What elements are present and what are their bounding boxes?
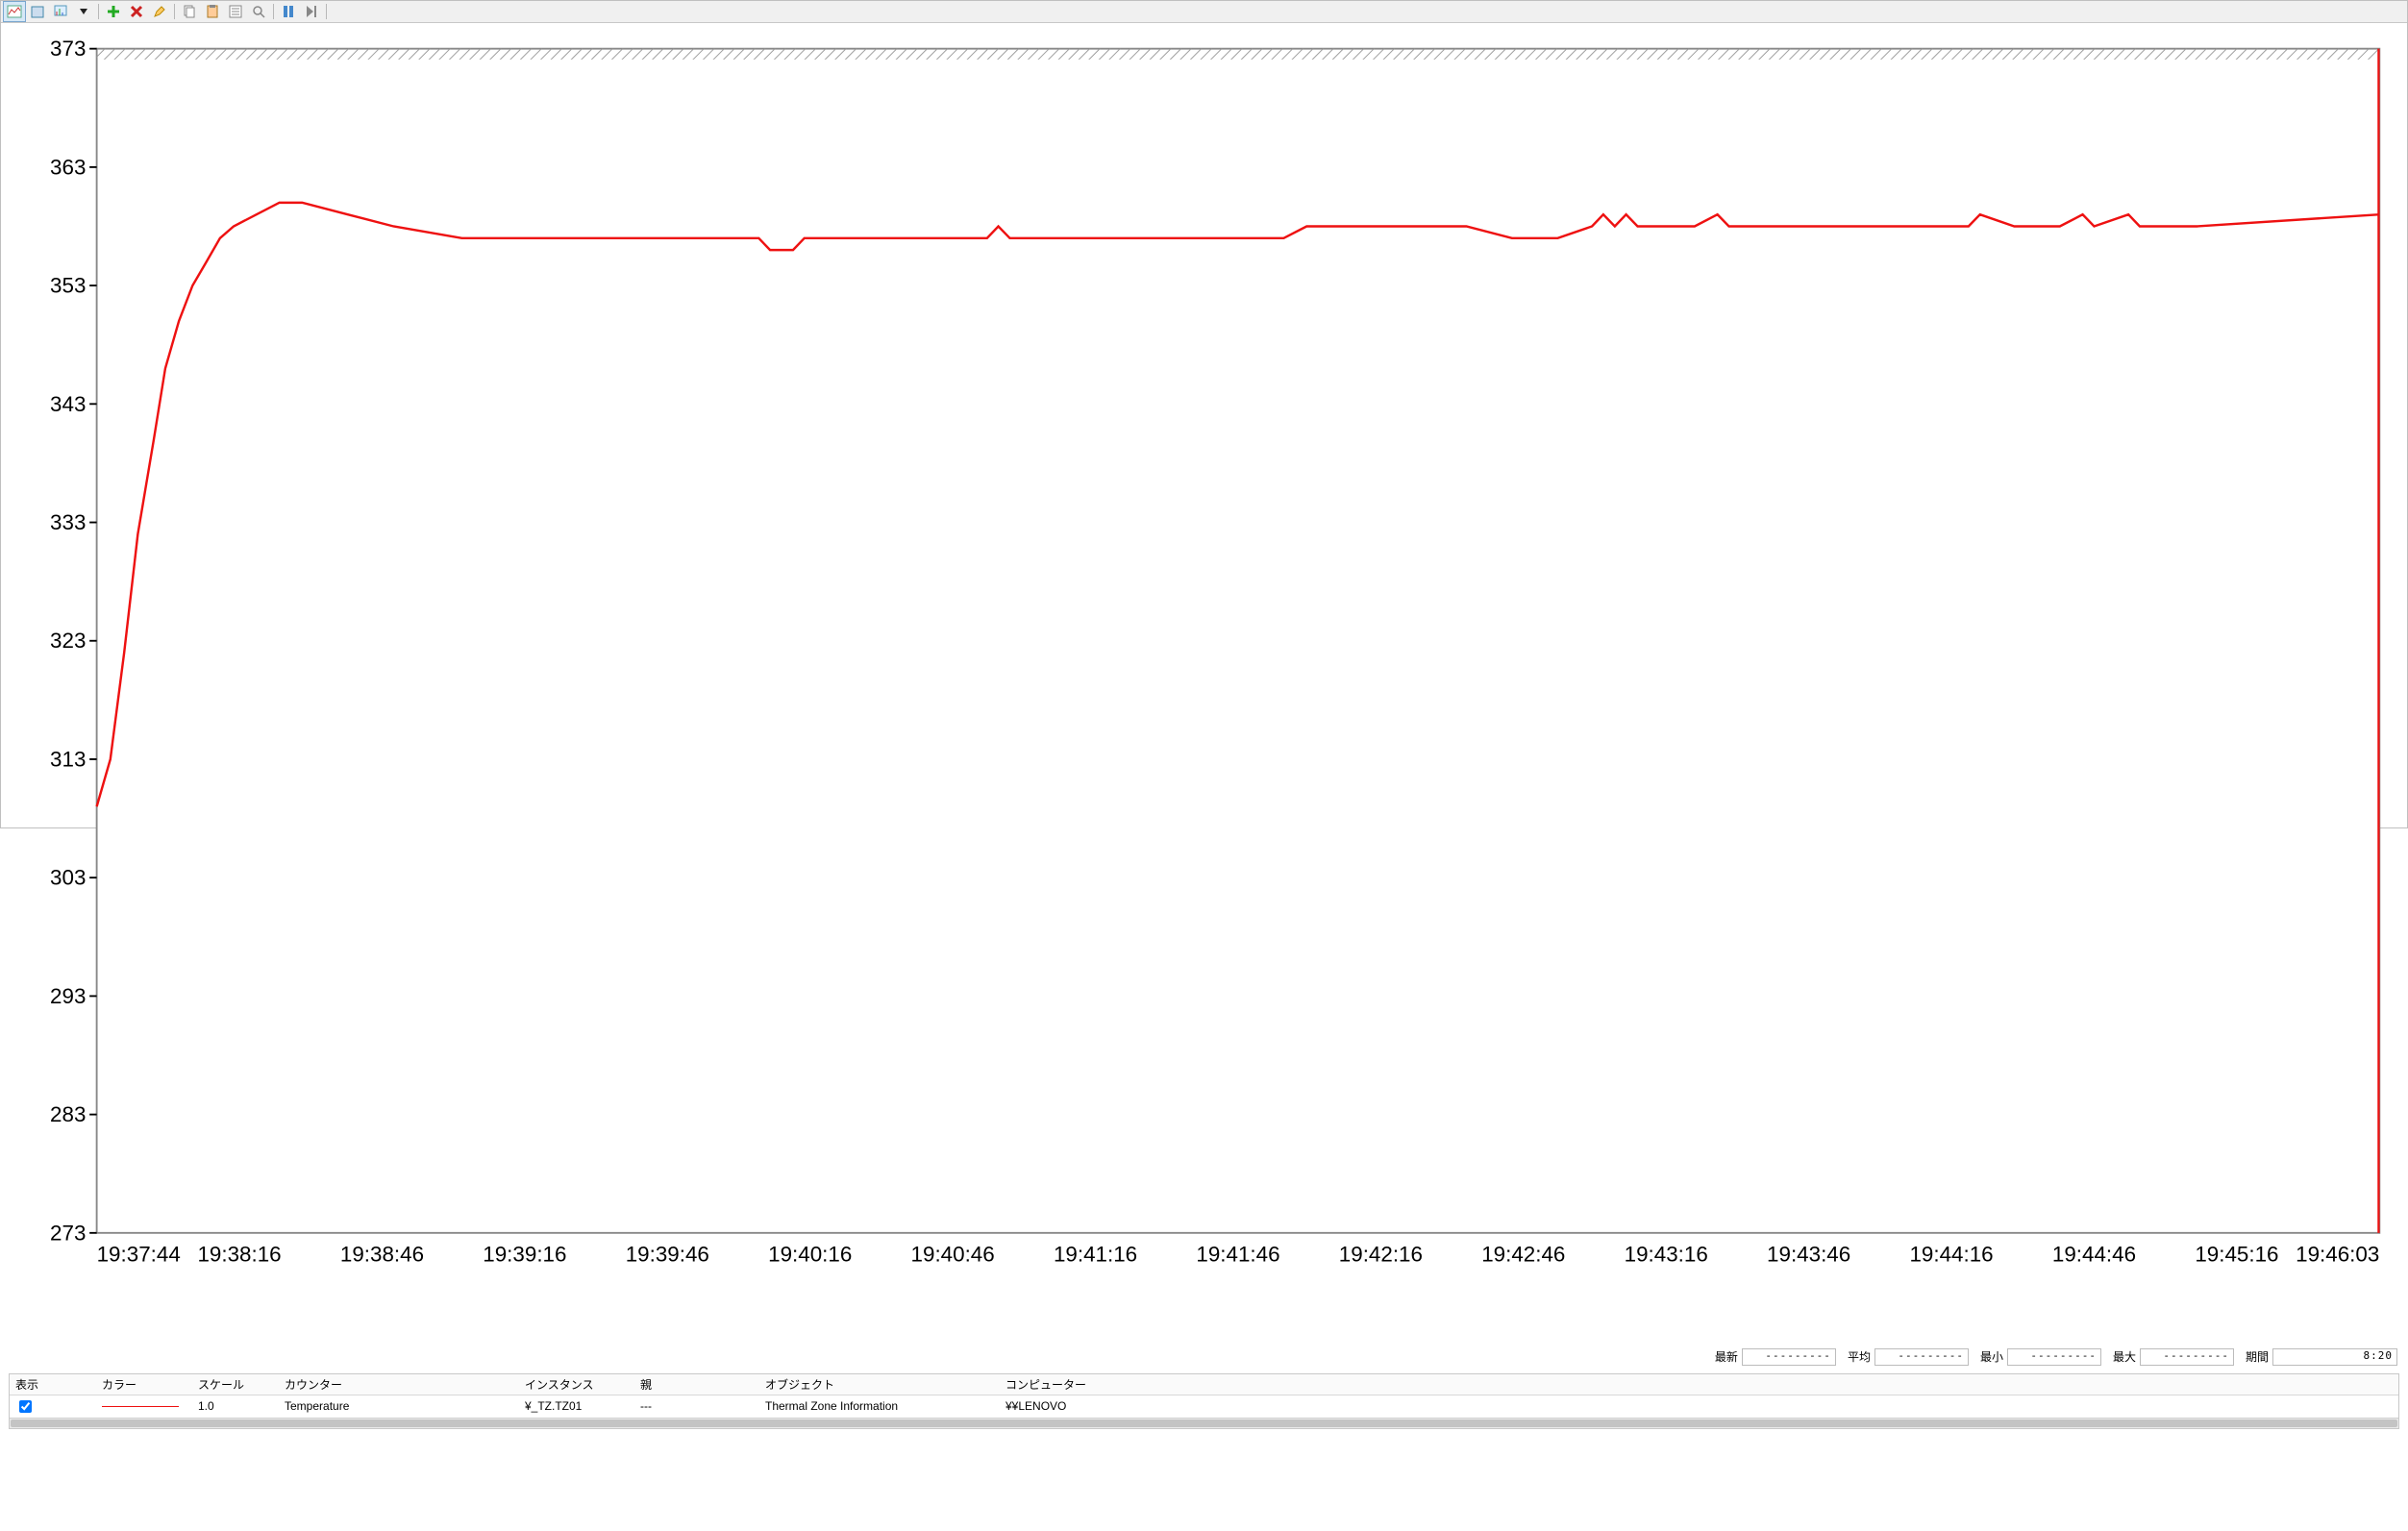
- cell-object: Thermal Zone Information: [759, 1395, 1000, 1418]
- counter-list-pane: 表示 カラー スケール カウンター インスタンス 親 オブジェクト コンピュータ…: [9, 1373, 2399, 1429]
- svg-text:19:42:46: 19:42:46: [1481, 1243, 1565, 1267]
- stat-label-min: 最小: [1980, 1348, 2003, 1365]
- svg-text:19:46:03: 19:46:03: [2296, 1243, 2379, 1267]
- show-checkbox[interactable]: [19, 1400, 32, 1413]
- cell-computer: ¥¥LENOVO: [1000, 1395, 2398, 1418]
- y-axis: 273 283 293 303 313 323 333 343 353 363 373: [50, 37, 97, 1245]
- col-object[interactable]: オブジェクト: [759, 1374, 1000, 1395]
- col-instance[interactable]: インスタンス: [519, 1374, 634, 1395]
- counter-table[interactable]: 表示 カラー スケール カウンター インスタンス 親 オブジェクト コンピュータ…: [10, 1374, 2398, 1418]
- cell-scale: 1.0: [192, 1395, 279, 1418]
- svg-text:283: 283: [50, 1102, 86, 1126]
- separator: [174, 4, 175, 19]
- svg-text:313: 313: [50, 747, 86, 771]
- highlight-icon[interactable]: [148, 1, 171, 22]
- col-show[interactable]: 表示: [10, 1374, 96, 1395]
- col-parent[interactable]: 親: [634, 1374, 759, 1395]
- stat-value-max: ---------: [2140, 1348, 2234, 1366]
- svg-text:19:39:46: 19:39:46: [626, 1243, 709, 1267]
- svg-text:19:44:16: 19:44:16: [1909, 1243, 1993, 1267]
- separator: [326, 4, 327, 19]
- properties-icon[interactable]: [224, 1, 247, 22]
- col-scale[interactable]: スケール: [192, 1374, 279, 1395]
- toolbar: [1, 1, 2407, 23]
- svg-text:19:38:46: 19:38:46: [340, 1243, 424, 1267]
- stats-row: 最新 --------- 平均 --------- 最小 --------- 最…: [1, 1346, 2407, 1370]
- stat-value-duration: 8:20: [2272, 1348, 2397, 1366]
- svg-text:343: 343: [50, 392, 86, 416]
- chart-area[interactable]: 273 283 293 303 313 323 333 343 353 363 373 19:37:…: [1, 23, 2407, 1346]
- title-bar-hatch: [97, 49, 2380, 60]
- dropdown-icon[interactable]: [72, 1, 95, 22]
- update-data-icon[interactable]: [300, 1, 323, 22]
- cell-counter: Temperature: [279, 1395, 519, 1418]
- svg-text:19:43:46: 19:43:46: [1767, 1243, 1850, 1267]
- svg-text:353: 353: [50, 274, 86, 298]
- svg-text:19:44:46: 19:44:46: [2052, 1243, 2136, 1267]
- color-swatch: [102, 1406, 179, 1407]
- perfmon-window: 273283293303313323333343353363373 19:37:…: [0, 0, 2408, 828]
- svg-text:293: 293: [50, 984, 86, 1008]
- svg-text:19:41:46: 19:41:46: [1196, 1243, 1279, 1267]
- cell-instance: ¥_TZ.TZ01: [519, 1395, 634, 1418]
- col-counter[interactable]: カウンター: [279, 1374, 519, 1395]
- svg-text:19:38:16: 19:38:16: [197, 1243, 281, 1267]
- table-row[interactable]: 1.0Temperature¥_TZ.TZ01---Thermal Zone I…: [10, 1395, 2398, 1418]
- svg-text:303: 303: [50, 866, 86, 890]
- stat-label-max: 最大: [2113, 1348, 2136, 1365]
- stat-value-avg: ---------: [1874, 1348, 1969, 1366]
- zoom-icon[interactable]: [247, 1, 270, 22]
- svg-text:19:37:44: 19:37:44: [97, 1243, 181, 1267]
- svg-text:19:41:16: 19:41:16: [1054, 1243, 1137, 1267]
- view-report-icon[interactable]: [49, 1, 72, 22]
- svg-text:323: 323: [50, 629, 86, 653]
- remove-counter-icon[interactable]: [125, 1, 148, 22]
- svg-text:19:39:16: 19:39:16: [483, 1243, 566, 1267]
- svg-text:333: 333: [50, 510, 86, 534]
- stat-value-min: ---------: [2007, 1348, 2101, 1366]
- svg-text:19:42:16: 19:42:16: [1339, 1243, 1423, 1267]
- col-computer[interactable]: コンピューター: [1000, 1374, 2398, 1395]
- svg-text:19:40:46: 19:40:46: [911, 1243, 995, 1267]
- svg-text:373: 373: [50, 37, 86, 61]
- svg-text:273: 273: [50, 1221, 86, 1245]
- paste-icon[interactable]: [201, 1, 224, 22]
- add-counter-icon[interactable]: [102, 1, 125, 22]
- svg-text:363: 363: [50, 155, 86, 179]
- line-chart: 273 283 293 303 313 323 333 343 353 363 373 19:37:…: [11, 31, 2397, 1345]
- col-color[interactable]: カラー: [96, 1374, 192, 1395]
- stat-label-duration: 期間: [2246, 1348, 2269, 1365]
- svg-text:19:40:16: 19:40:16: [768, 1243, 852, 1267]
- table-header-row[interactable]: 表示 カラー スケール カウンター インスタンス 親 オブジェクト コンピュータ…: [10, 1374, 2398, 1395]
- x-axis: 19:37:44 19:38:16 19:38:46 19:39:16 19:39:46…: [97, 1243, 2380, 1267]
- stat-label-avg: 平均: [1848, 1348, 1871, 1365]
- svg-text:19:45:16: 19:45:16: [2195, 1243, 2278, 1267]
- separator: [98, 4, 99, 19]
- freeze-display-icon[interactable]: [277, 1, 300, 22]
- svg-text:19:43:16: 19:43:16: [1625, 1243, 1708, 1267]
- copy-icon[interactable]: [178, 1, 201, 22]
- view-line-chart-icon[interactable]: [3, 1, 26, 22]
- view-histogram-icon[interactable]: [26, 1, 49, 22]
- horizontal-scrollbar[interactable]: [10, 1418, 2398, 1428]
- cell-parent: ---: [634, 1395, 759, 1418]
- separator: [273, 4, 274, 19]
- stat-label-last: 最新: [1715, 1348, 1738, 1365]
- stat-value-last: ---------: [1742, 1348, 1836, 1366]
